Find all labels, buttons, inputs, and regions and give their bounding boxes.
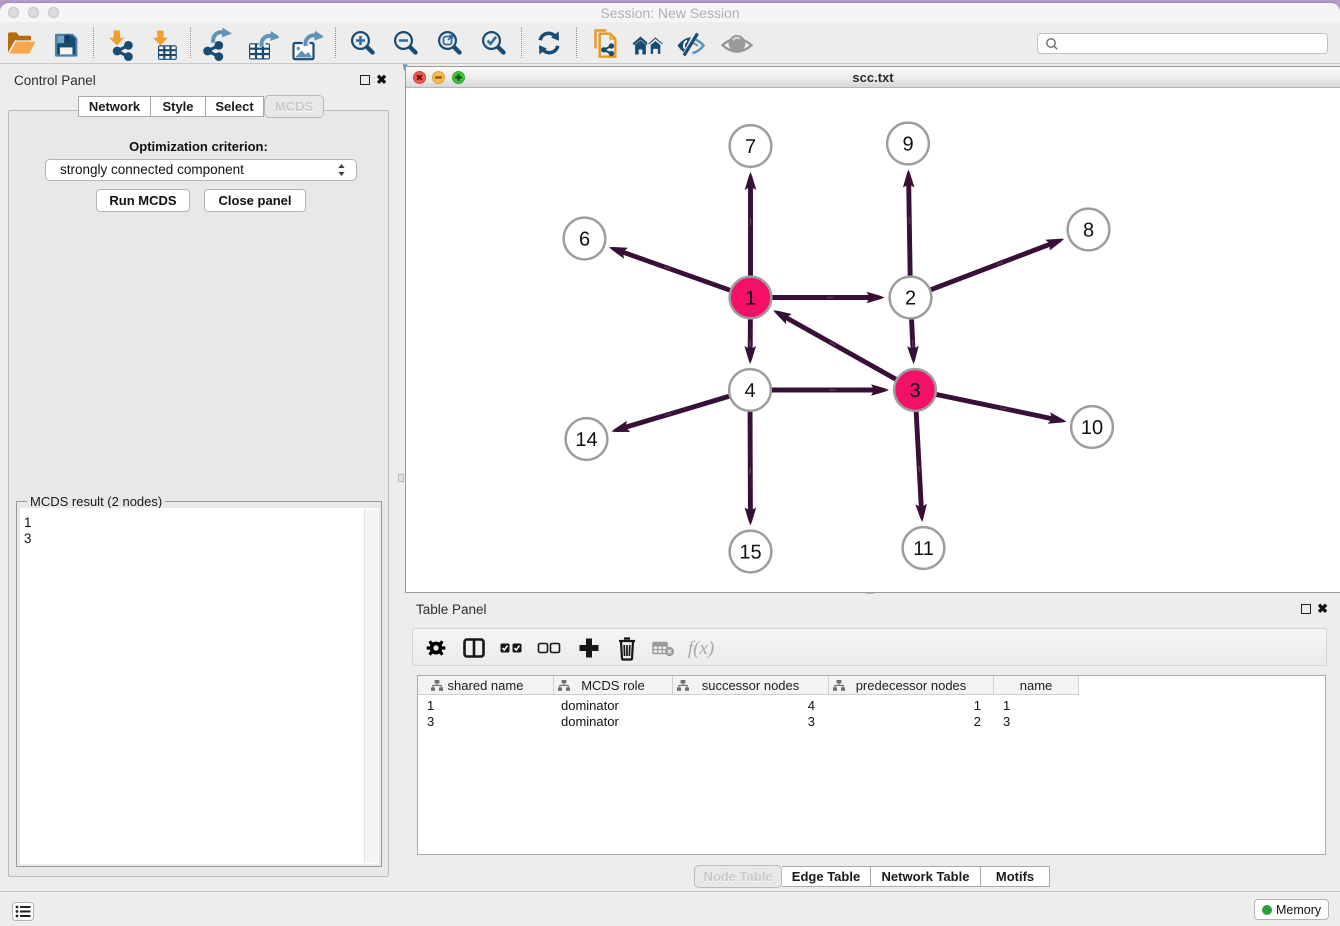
svg-text:f(x): f(x) xyxy=(688,638,714,659)
svg-text:2: 2 xyxy=(905,288,916,310)
svg-text:3: 3 xyxy=(909,380,920,402)
svg-text:9: 9 xyxy=(902,134,913,156)
svg-text:10: 10 xyxy=(1081,417,1103,439)
svg-text:14: 14 xyxy=(575,429,597,451)
svg-text:15: 15 xyxy=(739,542,761,564)
svg-text:8: 8 xyxy=(1083,220,1094,242)
svg-text:4: 4 xyxy=(744,380,755,402)
svg-text:1: 1 xyxy=(745,288,756,310)
svg-text:11: 11 xyxy=(913,538,934,560)
svg-text:6: 6 xyxy=(579,229,590,251)
svg-text:7: 7 xyxy=(745,136,756,158)
